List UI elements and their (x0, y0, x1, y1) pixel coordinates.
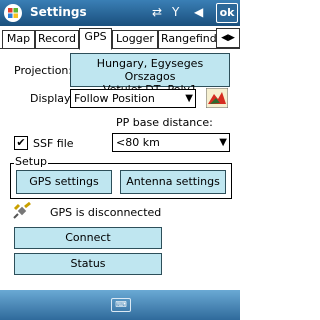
setup-group-title: Setup (14, 155, 49, 168)
status-button[interactable]: Status (14, 253, 162, 275)
projection-label: Projection: (14, 64, 73, 77)
pp-base-distance-label: PP base distance: (116, 116, 213, 129)
tab-scroll-arrows[interactable]: ◀▶ (216, 28, 240, 48)
signal-icon[interactable]: Y (172, 5, 179, 19)
display-value: Follow Position (74, 92, 155, 105)
windows-logo-icon[interactable] (3, 3, 23, 23)
connect-button[interactable]: Connect (14, 227, 162, 249)
keyboard-icon[interactable]: ⌨ (111, 298, 131, 312)
ok-button[interactable]: ok (216, 3, 238, 23)
pp-base-distance-select[interactable]: <80 km ▼ (112, 133, 230, 152)
gps-settings-button[interactable]: GPS settings (16, 170, 112, 194)
chevron-down-icon: ▼ (185, 93, 193, 104)
tab-logger[interactable]: Logger (112, 30, 158, 48)
chevron-down-icon: ▼ (219, 137, 227, 148)
tab-bar: Map Record GPS Logger Rangefind (0, 28, 240, 50)
tab-record[interactable]: Record (35, 30, 79, 48)
antenna-settings-button[interactable]: Antenna settings (120, 170, 226, 194)
tab-map[interactable]: Map (2, 30, 35, 48)
ssf-label: SSF file (33, 137, 74, 150)
volume-icon[interactable]: ◀ (194, 5, 203, 19)
gps-status-text: GPS is disconnected (50, 206, 162, 219)
window-title: Settings (30, 5, 87, 19)
display-label: Display: (30, 92, 74, 105)
tab-gps[interactable]: GPS (79, 28, 112, 50)
projection-button[interactable]: Hungary, Egyseges Orszagos Vetulet DT, P… (70, 53, 230, 96)
map-follow-icon[interactable] (206, 88, 228, 108)
projection-line-1: Hungary, Egyseges Orszagos (96, 57, 204, 83)
display-select[interactable]: Follow Position ▼ (70, 89, 196, 108)
tab-rangefind[interactable]: Rangefind (158, 30, 220, 48)
ssf-checkbox[interactable]: ✔ (14, 136, 28, 150)
gps-satellite-icon (13, 202, 31, 219)
pp-base-distance-value: <80 km (116, 136, 160, 149)
title-bar: Settings ⇄ Y ◀ ok (0, 0, 240, 26)
sync-icon[interactable]: ⇄ (152, 5, 162, 19)
